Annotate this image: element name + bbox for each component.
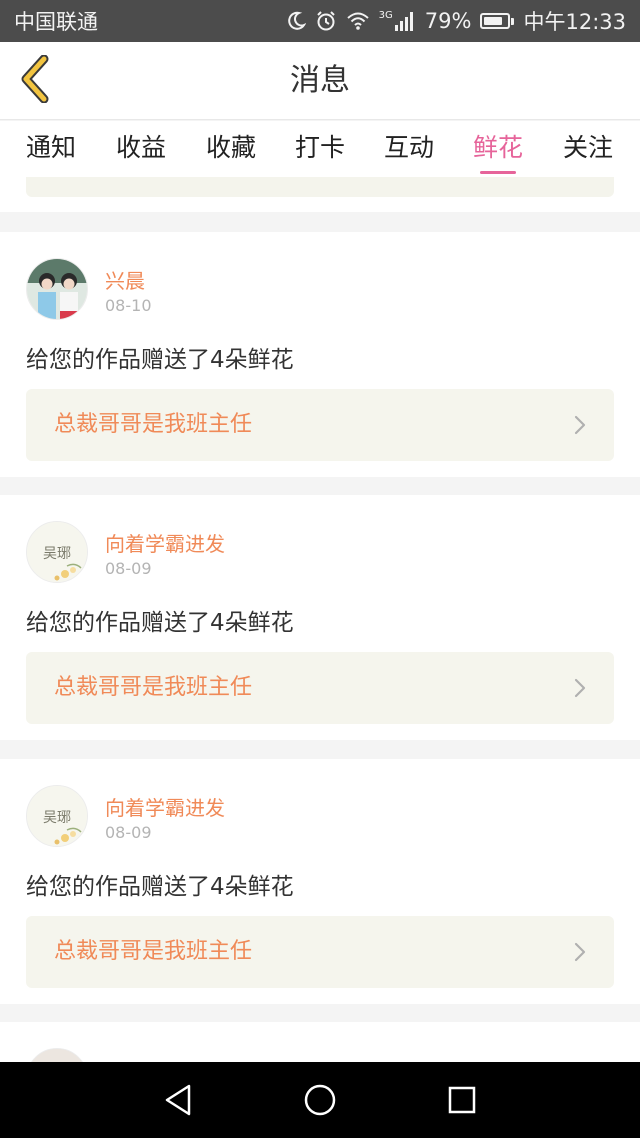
status-bar: 中国联通 3G 79% 中午12:33 xyxy=(0,0,640,42)
tab-label: 收益 xyxy=(115,133,166,162)
tab-favorites[interactable]: 收藏 xyxy=(186,121,276,177)
tab-label: 打卡 xyxy=(294,133,345,162)
gift-message: 给您的作品赠送了4朵鲜花 xyxy=(26,347,294,373)
avatar[interactable] xyxy=(26,1048,88,1062)
back-triangle-icon[interactable] xyxy=(156,1080,200,1120)
work-title: 总裁哥哥是我班主任 xyxy=(54,939,253,964)
user-name[interactable]: 向着学霸进发 xyxy=(105,792,225,821)
gift-message: 给您的作品赠送了4朵鲜花 xyxy=(26,610,294,636)
tab-following[interactable]: 关注 xyxy=(543,121,633,177)
clock: 中午12:33 xyxy=(523,10,626,34)
post-date: 08-10 xyxy=(105,296,152,315)
work-link[interactable]: 总裁哥哥是我班主任 xyxy=(26,916,614,988)
wifi-icon xyxy=(346,11,370,31)
battery-percent: 79% xyxy=(424,9,472,33)
avatar[interactable]: 吴琊 xyxy=(26,785,88,847)
network-type: 3G xyxy=(378,10,393,21)
post-date: 08-09 xyxy=(105,823,152,842)
user-name[interactable]: 向着学霸进发 xyxy=(105,528,225,557)
tab-bar: 通知 收益 收藏 打卡 互动 鲜花 关注 xyxy=(0,121,640,177)
moon-icon xyxy=(286,11,306,31)
home-circle-icon[interactable] xyxy=(298,1080,342,1120)
work-title: 总裁哥哥是我班主任 xyxy=(54,675,253,700)
avatar[interactable] xyxy=(26,258,88,320)
tab-flowers[interactable]: 鲜花 xyxy=(453,121,543,177)
user-name[interactable]: 兴晨 xyxy=(105,265,145,294)
tab-label: 鲜花 xyxy=(472,133,523,162)
back-button[interactable] xyxy=(14,54,54,107)
tab-interaction[interactable]: 互动 xyxy=(364,121,454,177)
chevron-right-icon xyxy=(574,415,586,439)
nav-bar: 消息 xyxy=(0,42,640,120)
page-title: 消息 xyxy=(290,63,350,98)
tab-label: 收藏 xyxy=(205,133,256,162)
list-item xyxy=(0,1022,640,1062)
chevron-right-icon xyxy=(574,942,586,966)
svg-text:吴琊: 吴琊 xyxy=(43,810,71,826)
list-item: 吴琊 向着学霸进发 08-09 给您的作品赠送了4朵鲜花 总裁哥哥是我班主任 xyxy=(0,495,640,740)
list-item: 吴琊 向着学霸进发 08-09 给您的作品赠送了4朵鲜花 总裁哥哥是我班主任 xyxy=(0,759,640,1004)
tab-label: 互动 xyxy=(383,133,434,162)
chevron-right-icon xyxy=(574,678,586,702)
carrier-name: 中国联通 xyxy=(14,10,98,34)
gift-message: 给您的作品赠送了4朵鲜花 xyxy=(26,874,294,900)
work-title: 总裁哥哥是我班主任 xyxy=(54,412,253,437)
list-item xyxy=(0,177,640,212)
list-item: 兴晨 08-10 给您的作品赠送了4朵鲜花 总裁哥哥是我班主任 xyxy=(0,232,640,477)
tab-notice[interactable]: 通知 xyxy=(6,121,96,177)
tab-checkin[interactable]: 打卡 xyxy=(275,121,365,177)
svg-text:吴琊: 吴琊 xyxy=(43,546,71,562)
work-link[interactable]: 总裁哥哥是我班主任 xyxy=(26,652,614,724)
system-nav-bar xyxy=(0,1062,640,1138)
work-link[interactable]: 总裁哥哥是我班主任 xyxy=(26,389,614,461)
chevron-left-icon xyxy=(18,54,50,107)
message-feed[interactable]: 兴晨 08-10 给您的作品赠送了4朵鲜花 总裁哥哥是我班主任 吴琊 向着学霸进… xyxy=(0,177,640,1062)
tab-label: 通知 xyxy=(25,133,76,162)
battery-icon xyxy=(480,13,515,29)
post-date: 08-09 xyxy=(105,559,152,578)
tab-label: 关注 xyxy=(562,133,613,162)
work-link[interactable] xyxy=(26,177,614,197)
alarm-icon xyxy=(315,10,337,32)
recents-square-icon[interactable] xyxy=(440,1080,484,1120)
tab-earnings[interactable]: 收益 xyxy=(96,121,186,177)
avatar[interactable]: 吴琊 xyxy=(26,521,88,583)
signal-icon: 3G xyxy=(379,11,416,31)
active-tab-indicator xyxy=(480,171,516,174)
